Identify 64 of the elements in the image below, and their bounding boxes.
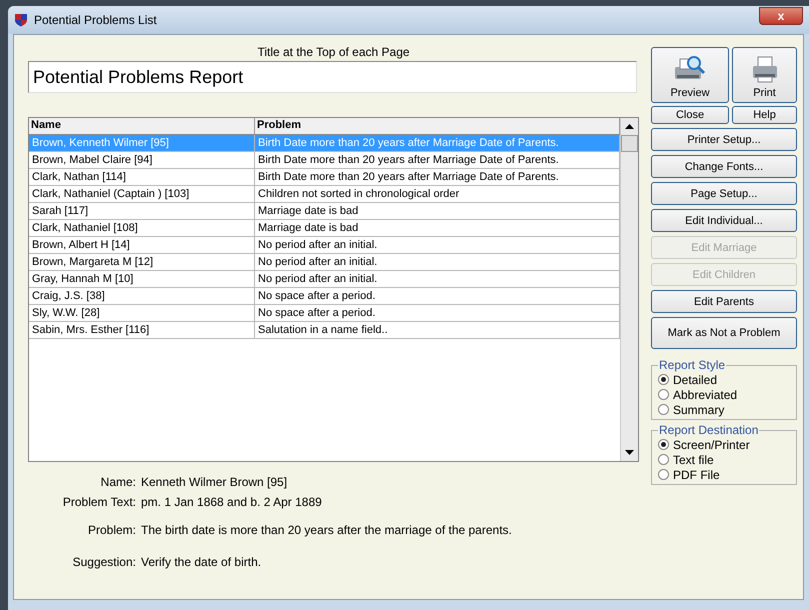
action-button[interactable]: Edit Individual... [651, 209, 797, 232]
table-row[interactable]: Clark, Nathan [114] Birth Date more than 20 years after Marriage Date of Parents. [29, 169, 620, 186]
table-row[interactable]: Clark, Nathaniel (Captain ) [103] Children not sorted in chronological order [29, 186, 620, 203]
detail-label: Problem: [86, 523, 136, 537]
action-button[interactable]: Page Setup... [651, 182, 797, 205]
table-cell: Sabin, Mrs. Esther [116] [29, 322, 255, 338]
table-row[interactable]: Sarah [117] Marriage date is bad [29, 203, 620, 220]
radio-option[interactable]: Abbreviated [658, 387, 796, 402]
help-button[interactable]: Help [732, 106, 797, 124]
table-cell: Brown, Kenneth Wilmer [95] [29, 135, 255, 151]
radio-option[interactable]: Text file [658, 452, 796, 467]
table-row[interactable]: Sabin, Mrs. Esther [116] Salutation in a name field.. [29, 322, 620, 339]
detail-label: Problem Text: [62, 495, 136, 509]
table-row[interactable]: Gray, Hannah M [10] No period after an initial. [29, 271, 620, 288]
shield-icon [14, 13, 28, 27]
detail-label: Name: [100, 475, 136, 489]
radio-button[interactable] [658, 454, 669, 465]
table-cell: Brown, Albert H [14] [29, 237, 255, 253]
title-label: Title at the Top of each Page [257, 45, 410, 59]
table-cell: Clark, Nathan [114] [29, 169, 255, 185]
column-header[interactable]: Name [29, 118, 255, 134]
table-row[interactable]: Sly, W.W. [28] No space after a period. [29, 305, 620, 322]
radio-button[interactable] [658, 404, 669, 415]
scroll-thumb[interactable] [621, 135, 638, 152]
table-row[interactable]: Brown, Margareta M [12] No period after an initial. [29, 254, 620, 271]
detail-value: Kenneth Wilmer Brown [95] [141, 475, 288, 489]
table-cell: Clark, Nathaniel (Captain ) [103] [29, 186, 255, 202]
printer-icon [750, 55, 778, 85]
table-row[interactable]: Brown, Albert H [14] No period after an initial. [29, 237, 620, 254]
radio-option[interactable]: PDF File [658, 467, 796, 482]
title-input[interactable]: Potential Problems Report [28, 61, 637, 93]
scrollbar[interactable] [620, 118, 638, 461]
table-row[interactable]: Brown, Mabel Claire [94] Birth Date more than 20 years after Marriage Date of Parents. [29, 152, 620, 169]
detail-label: Suggestion: [72, 555, 136, 569]
group-title: Report Style [658, 358, 726, 372]
table-row[interactable]: Craig, J.S. [38] No space after a period. [29, 288, 620, 305]
table-cell: Sarah [117] [29, 203, 255, 219]
detail-value: Verify the date of birth. [141, 555, 262, 569]
table-cell: Clark, Nathaniel [108] [29, 220, 255, 236]
group-title: Report Destination [658, 423, 760, 437]
radio-option[interactable]: Summary [658, 402, 796, 417]
window-title: Potential Problems List [34, 13, 157, 27]
table-cell: Sly, W.W. [28] [29, 305, 255, 321]
radio-option[interactable]: Screen/Printer [658, 437, 796, 452]
table-cell: Gray, Hannah M [10] [29, 271, 255, 287]
radio-button[interactable] [658, 389, 669, 400]
action-button[interactable]: Mark as Not a Problem [651, 317, 797, 349]
radio-button[interactable] [658, 469, 669, 480]
action-button[interactable]: Change Fonts... [651, 155, 797, 178]
radio-button[interactable] [658, 374, 669, 385]
radio-button[interactable] [658, 439, 669, 450]
table-cell: Craig, J.S. [38] [29, 288, 255, 304]
action-button[interactable]: Printer Setup... [651, 128, 797, 151]
detail-value: The birth date is more than 20 years after the marriage of the parents. [141, 523, 512, 537]
table-cell: Brown, Margareta M [12] [29, 254, 255, 270]
table-cell: Brown, Mabel Claire [94] [29, 152, 255, 168]
detail-value: pm. 1 Jan 1868 and b. 2 Apr 1889 [141, 495, 322, 509]
table-row[interactable]: Clark, Nathaniel [108] Marriage date is bad [29, 220, 620, 237]
radio-option[interactable]: Detailed [658, 372, 796, 387]
action-button[interactable]: Edit Parents [651, 290, 797, 313]
print-button[interactable]: Print [732, 47, 797, 103]
preview-button[interactable]: Preview [651, 47, 729, 103]
window-close-button[interactable]: x [759, 7, 803, 25]
dismiss-button[interactable]: Close [651, 106, 729, 124]
